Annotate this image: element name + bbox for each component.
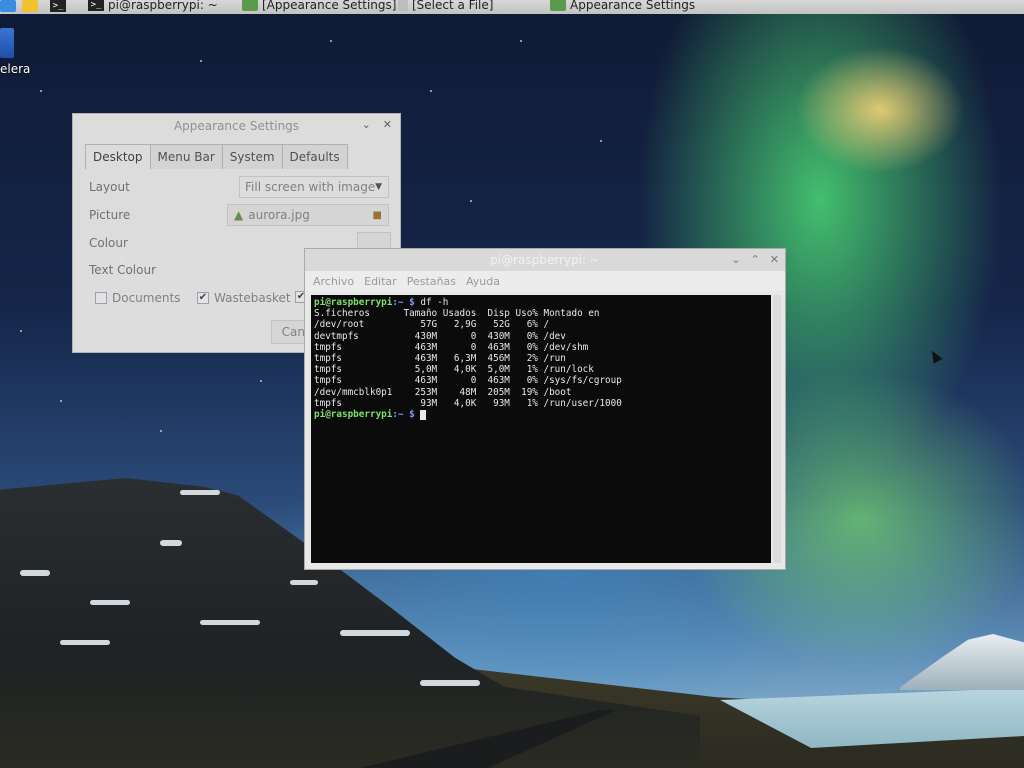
tab-menu-bar[interactable]: Menu Bar [149,144,223,169]
snow-patch [200,620,260,625]
star [200,60,202,62]
taskbar-item-appearance-dialog[interactable]: [Appearance Settings] [236,0,402,13]
scrollbar[interactable] [773,295,781,563]
picture-file-button[interactable]: ▲ aurora.jpg ■ [227,204,389,226]
window-titlebar[interactable]: Appearance Settings ⌄ ✕ [73,114,400,138]
checkbox-label: Wastebasket [214,291,291,305]
prompt-path: :~ $ [392,297,415,308]
window-title: pi@raspberrypi: ~ [490,253,600,267]
df-row: tmpfs 93M 4,0K 93M 1% /run/user/1000 [314,397,622,409]
image-file-icon: ▲ [234,208,244,222]
star [600,140,602,142]
taskbar-item-label: [Appearance Settings] [262,0,397,12]
star [160,430,162,432]
layout-select[interactable]: Fill screen with image ▼ [239,176,389,198]
taskbar: >_ >_ pi@raspberrypi: ~ [Appearance Sett… [0,0,1024,14]
picture-label: Picture [89,208,131,222]
menu-icon[interactable] [0,0,16,12]
window-title: Appearance Settings [173,119,300,133]
star [430,90,432,92]
settings-icon [242,0,258,11]
snow-patch [180,490,220,495]
df-row: tmpfs 5,0M 4,0K 5,0M 1% /run/lock [314,364,594,376]
colour-label: Colour [89,236,128,250]
snow-patch [290,580,318,585]
taskbar-item-label: Appearance Settings [570,0,696,12]
menu-pestanas[interactable]: Pestañas [407,275,456,288]
layout-label: Layout [89,180,130,194]
layout-select-value: Fill screen with image [245,180,376,194]
terminal-icon: >_ [88,0,104,11]
prompt-user: pi@raspberrypi [314,297,393,308]
window-icon [398,0,408,11]
minimize-icon[interactable]: ⌄ [731,253,740,266]
taskbar-item-appearance[interactable]: Appearance Settings [544,0,701,13]
df-row: /dev/mmcblk0p1 253M 48M 205M 19% /boot [314,386,572,398]
menu-editar[interactable]: Editar [364,275,397,288]
folder-icon: ■ [372,209,382,221]
folder-icon[interactable] [22,0,38,12]
checkbox-unchecked-icon [95,292,107,304]
taskbar-item-terminal[interactable]: >_ pi@raspberrypi: ~ [82,0,224,13]
df-row: tmpfs 463M 6,3M 456M 2% /run [314,353,566,365]
tab-defaults[interactable]: Defaults [281,144,348,169]
desktop-icon-label: elera [0,62,31,76]
text-colour-label: Text Colour [89,263,157,277]
df-row: /dev/root 57G 2,9G 52G 6% / [314,319,550,331]
terminal-output[interactable]: pi@raspberrypi:~ $ df -h S.ficheros Tama… [311,295,771,563]
taskbar-item-select-file[interactable]: [Select a File] [392,0,499,13]
tab-system[interactable]: System [221,144,283,169]
settings-icon [550,0,566,11]
checkbox-label: Documents [112,291,181,305]
taskbar-item-label: [Select a File] [412,0,494,12]
text-cursor [420,409,427,420]
snow-patch [340,630,410,636]
tab-desktop[interactable]: Desktop [85,144,151,169]
df-row: tmpfs 463M 0 463M 0% /sys/fs/cgroup [314,375,622,387]
snow-patch [90,600,130,605]
df-header: S.ficheros Tamaño Usados Disp Uso% Monta… [314,308,600,320]
snow-patch [160,540,182,546]
mountain [900,634,1024,690]
menu-archivo[interactable]: Archivo [313,275,354,288]
checkmark-icon: ✔ [197,292,209,304]
terminal-menubar: Archivo Editar Pestañas Ayuda [305,271,785,291]
tab-bar: Desktop Menu Bar System Defaults [85,144,400,169]
close-icon[interactable]: ✕ [383,118,392,131]
picture-file-name: aurora.jpg [248,208,310,222]
star [520,40,522,42]
minimize-icon[interactable]: ⌄ [362,118,371,131]
snow-patch [60,640,110,645]
snow-patch [420,680,480,686]
df-row: devtmpfs 430M 0 430M 0% /dev [314,330,566,342]
prompt-path: :~ $ [392,409,415,421]
taskbar-item-label: pi@raspberrypi: ~ [108,0,218,12]
star [60,400,62,402]
df-row: tmpfs 463M 0 463M 0% /dev/shm [314,341,589,353]
star [330,40,332,42]
terminal-icon[interactable]: >_ [50,0,66,12]
prompt-user: pi@raspberrypi [314,409,393,421]
maximize-icon[interactable]: ⌃ [751,253,760,266]
command-text: df -h [414,297,449,308]
star [260,380,262,382]
wastebasket-checkbox[interactable]: ✔ Wastebasket [197,291,291,305]
menu-ayuda[interactable]: Ayuda [466,275,500,288]
snow-patch [20,570,50,576]
close-icon[interactable]: ✕ [770,253,779,266]
window-titlebar[interactable]: pi@raspberrypi: ~ ⌄ ⌃ ✕ [305,249,785,271]
terminal-window: pi@raspberrypi: ~ ⌄ ⌃ ✕ Archivo Editar P… [304,248,786,570]
chevron-down-icon: ▼ [375,182,382,192]
documents-checkbox[interactable]: Documents [95,291,180,305]
star [470,200,472,202]
star [20,330,22,332]
wastebasket-icon[interactable] [0,28,14,58]
star [40,90,42,92]
